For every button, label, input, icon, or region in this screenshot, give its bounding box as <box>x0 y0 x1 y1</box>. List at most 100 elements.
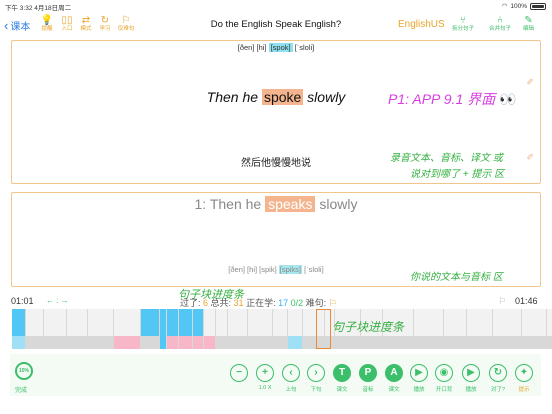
flag-icon: ⚐ <box>121 15 131 26</box>
sentence-block[interactable] <box>160 309 167 349</box>
end-time: 01:46 <box>515 296 538 306</box>
sentence-block-top <box>167 309 178 336</box>
button-label: 提示 <box>518 386 530 393</box>
language-selector[interactable]: EnglishUS <box>398 19 445 30</box>
tool-reminder[interactable]: 💡 提醒 <box>38 15 56 33</box>
chevron-left-icon: ‹ <box>4 17 9 33</box>
zoom-out-button[interactable]: − <box>227 362 251 385</box>
sentence-block-top <box>228 309 247 336</box>
sentence-block-top <box>204 309 215 336</box>
sentence-block-top <box>288 309 302 336</box>
sentence-block[interactable] <box>88 309 114 349</box>
sentence-block-bottom <box>414 336 443 349</box>
merge-sentence-button[interactable]: ⑃ 合并句子 <box>489 15 511 33</box>
sentence-block[interactable] <box>26 309 44 349</box>
next-sentence-button[interactable]: › 下句 <box>304 362 328 393</box>
status-right: ◠ 100% <box>502 2 546 10</box>
sentence-block[interactable] <box>216 309 228 349</box>
sentence-block-top <box>141 309 159 336</box>
sentence-block-bottom <box>193 336 203 349</box>
bulb-icon: 💡 <box>40 15 54 26</box>
phonetic-toggle-button[interactable]: P 音标 <box>356 362 380 393</box>
tool-mode[interactable]: ⇄ 模式 <box>77 15 95 33</box>
sentence-block-top <box>216 309 227 336</box>
sentence-block-top <box>467 309 492 336</box>
zoom-out-icon: − <box>230 363 248 382</box>
button-label: 课文 <box>388 386 400 393</box>
annotation-text-1: 录音文本、音标、译文 或 <box>390 153 503 164</box>
edit-button[interactable]: ✎ 编辑 <box>523 15 534 33</box>
merge-icon: ⑃ <box>497 15 503 26</box>
hint-button[interactable]: ✦ 提示 <box>512 362 536 393</box>
button-label: 课文 <box>336 386 348 393</box>
sentence-block[interactable] <box>114 309 141 349</box>
sentence-block-top <box>67 309 87 336</box>
sentence-block[interactable] <box>547 309 552 349</box>
record-icon: ◉ <box>435 363 453 382</box>
sentence-block[interactable] <box>204 309 216 349</box>
sentence-block[interactable] <box>179 309 193 349</box>
feather-icon[interactable]: ✐ <box>526 152 534 163</box>
tool-hard-only[interactable]: ⚐ 仅难句 <box>117 15 135 33</box>
sentence-block[interactable] <box>67 309 88 349</box>
sentence-block-bottom <box>493 336 521 349</box>
sentence-progress-bar[interactable] <box>12 309 552 349</box>
sentence-block[interactable] <box>228 309 248 349</box>
translation-toggle-icon: A <box>385 363 403 382</box>
battery-icon <box>530 2 546 10</box>
sentence-block[interactable] <box>522 309 547 349</box>
annotation-spoken: 你说的文本与音标 区 <box>410 272 503 283</box>
button-label: 播放 <box>413 386 425 393</box>
record-button[interactable]: ◉ 开口背 <box>432 362 456 393</box>
play-button[interactable]: ▶ 播放 <box>407 362 431 393</box>
sentence-block-bottom <box>12 336 25 349</box>
prev-sentence-button[interactable]: ‹ 上句 <box>279 362 303 393</box>
nav-bar: ‹ 课本 💡 提醒 ▯▯ 入口 ⇄ 模式 ↻ 学习 ⚐ 仅难句 Do the E… <box>0 12 552 38</box>
sentence-block[interactable] <box>167 309 179 349</box>
progress-info: 01:01 ← : → 句子块进度条 过了: 6 总共: 31 正在学: 17 … <box>0 289 552 308</box>
back-button[interactable]: ‹ 课本 <box>4 17 30 34</box>
sentence-block[interactable] <box>467 309 493 349</box>
sentence-block-bottom <box>547 336 552 349</box>
sentence-block-bottom <box>361 336 382 349</box>
sentence-block-bottom <box>141 336 159 349</box>
button-label: 播放 <box>465 386 477 393</box>
button-label: 音标 <box>362 386 374 393</box>
sentence-block-bottom <box>248 336 272 349</box>
flag-icon[interactable]: ⚐ <box>329 298 337 308</box>
sentence-block[interactable] <box>493 309 522 349</box>
sentence-block[interactable] <box>193 309 204 349</box>
sentence-block[interactable] <box>141 309 160 349</box>
split-sentence-button[interactable]: ⑂ 拆分句子 <box>452 15 474 33</box>
status-time-date: 下午 3:32 4月18日周二 <box>5 5 72 12</box>
sentence-block[interactable] <box>248 309 273 349</box>
text-toggle-button[interactable]: T 课文 <box>330 362 354 393</box>
translation-toggle-button[interactable]: A 课文 <box>382 362 406 393</box>
tool-study[interactable]: ↻ 学习 <box>96 15 114 33</box>
sentence-block[interactable] <box>444 309 467 349</box>
feather-icon[interactable]: ✐ <box>526 77 534 88</box>
refresh-icon: ↻ <box>100 15 110 26</box>
sentence-block[interactable] <box>288 309 303 349</box>
nav-arrows[interactable]: ← : → <box>46 296 69 305</box>
sentence-block-top <box>88 309 113 336</box>
sentence-block-bottom <box>44 336 66 349</box>
zoom-in-button[interactable]: +1.0 X <box>253 362 277 391</box>
sentence-block[interactable] <box>12 309 26 349</box>
sentence-block-top <box>547 309 552 336</box>
tool-entry[interactable]: ▯▯ 入口 <box>58 15 76 33</box>
flag-outline-icon[interactable]: ⚐ <box>498 296 506 307</box>
button-label: 上句 <box>285 386 297 393</box>
sentence-block-bottom <box>288 336 302 349</box>
sentence-block[interactable] <box>414 309 444 349</box>
page-title: Do the English Speak English? <box>210 19 342 30</box>
sentence-block-bottom <box>26 336 43 349</box>
sentence-block[interactable] <box>44 309 67 349</box>
check-button[interactable]: ↻ 对了? <box>486 362 510 393</box>
sentence-block-top <box>248 309 272 336</box>
playback-icon: ▶ <box>462 363 480 382</box>
sentence-block-bottom <box>179 336 192 349</box>
sentence-block-top <box>179 309 192 336</box>
sentence-block[interactable] <box>273 309 288 349</box>
playback-button[interactable]: ▶ 播放 <box>459 362 483 393</box>
